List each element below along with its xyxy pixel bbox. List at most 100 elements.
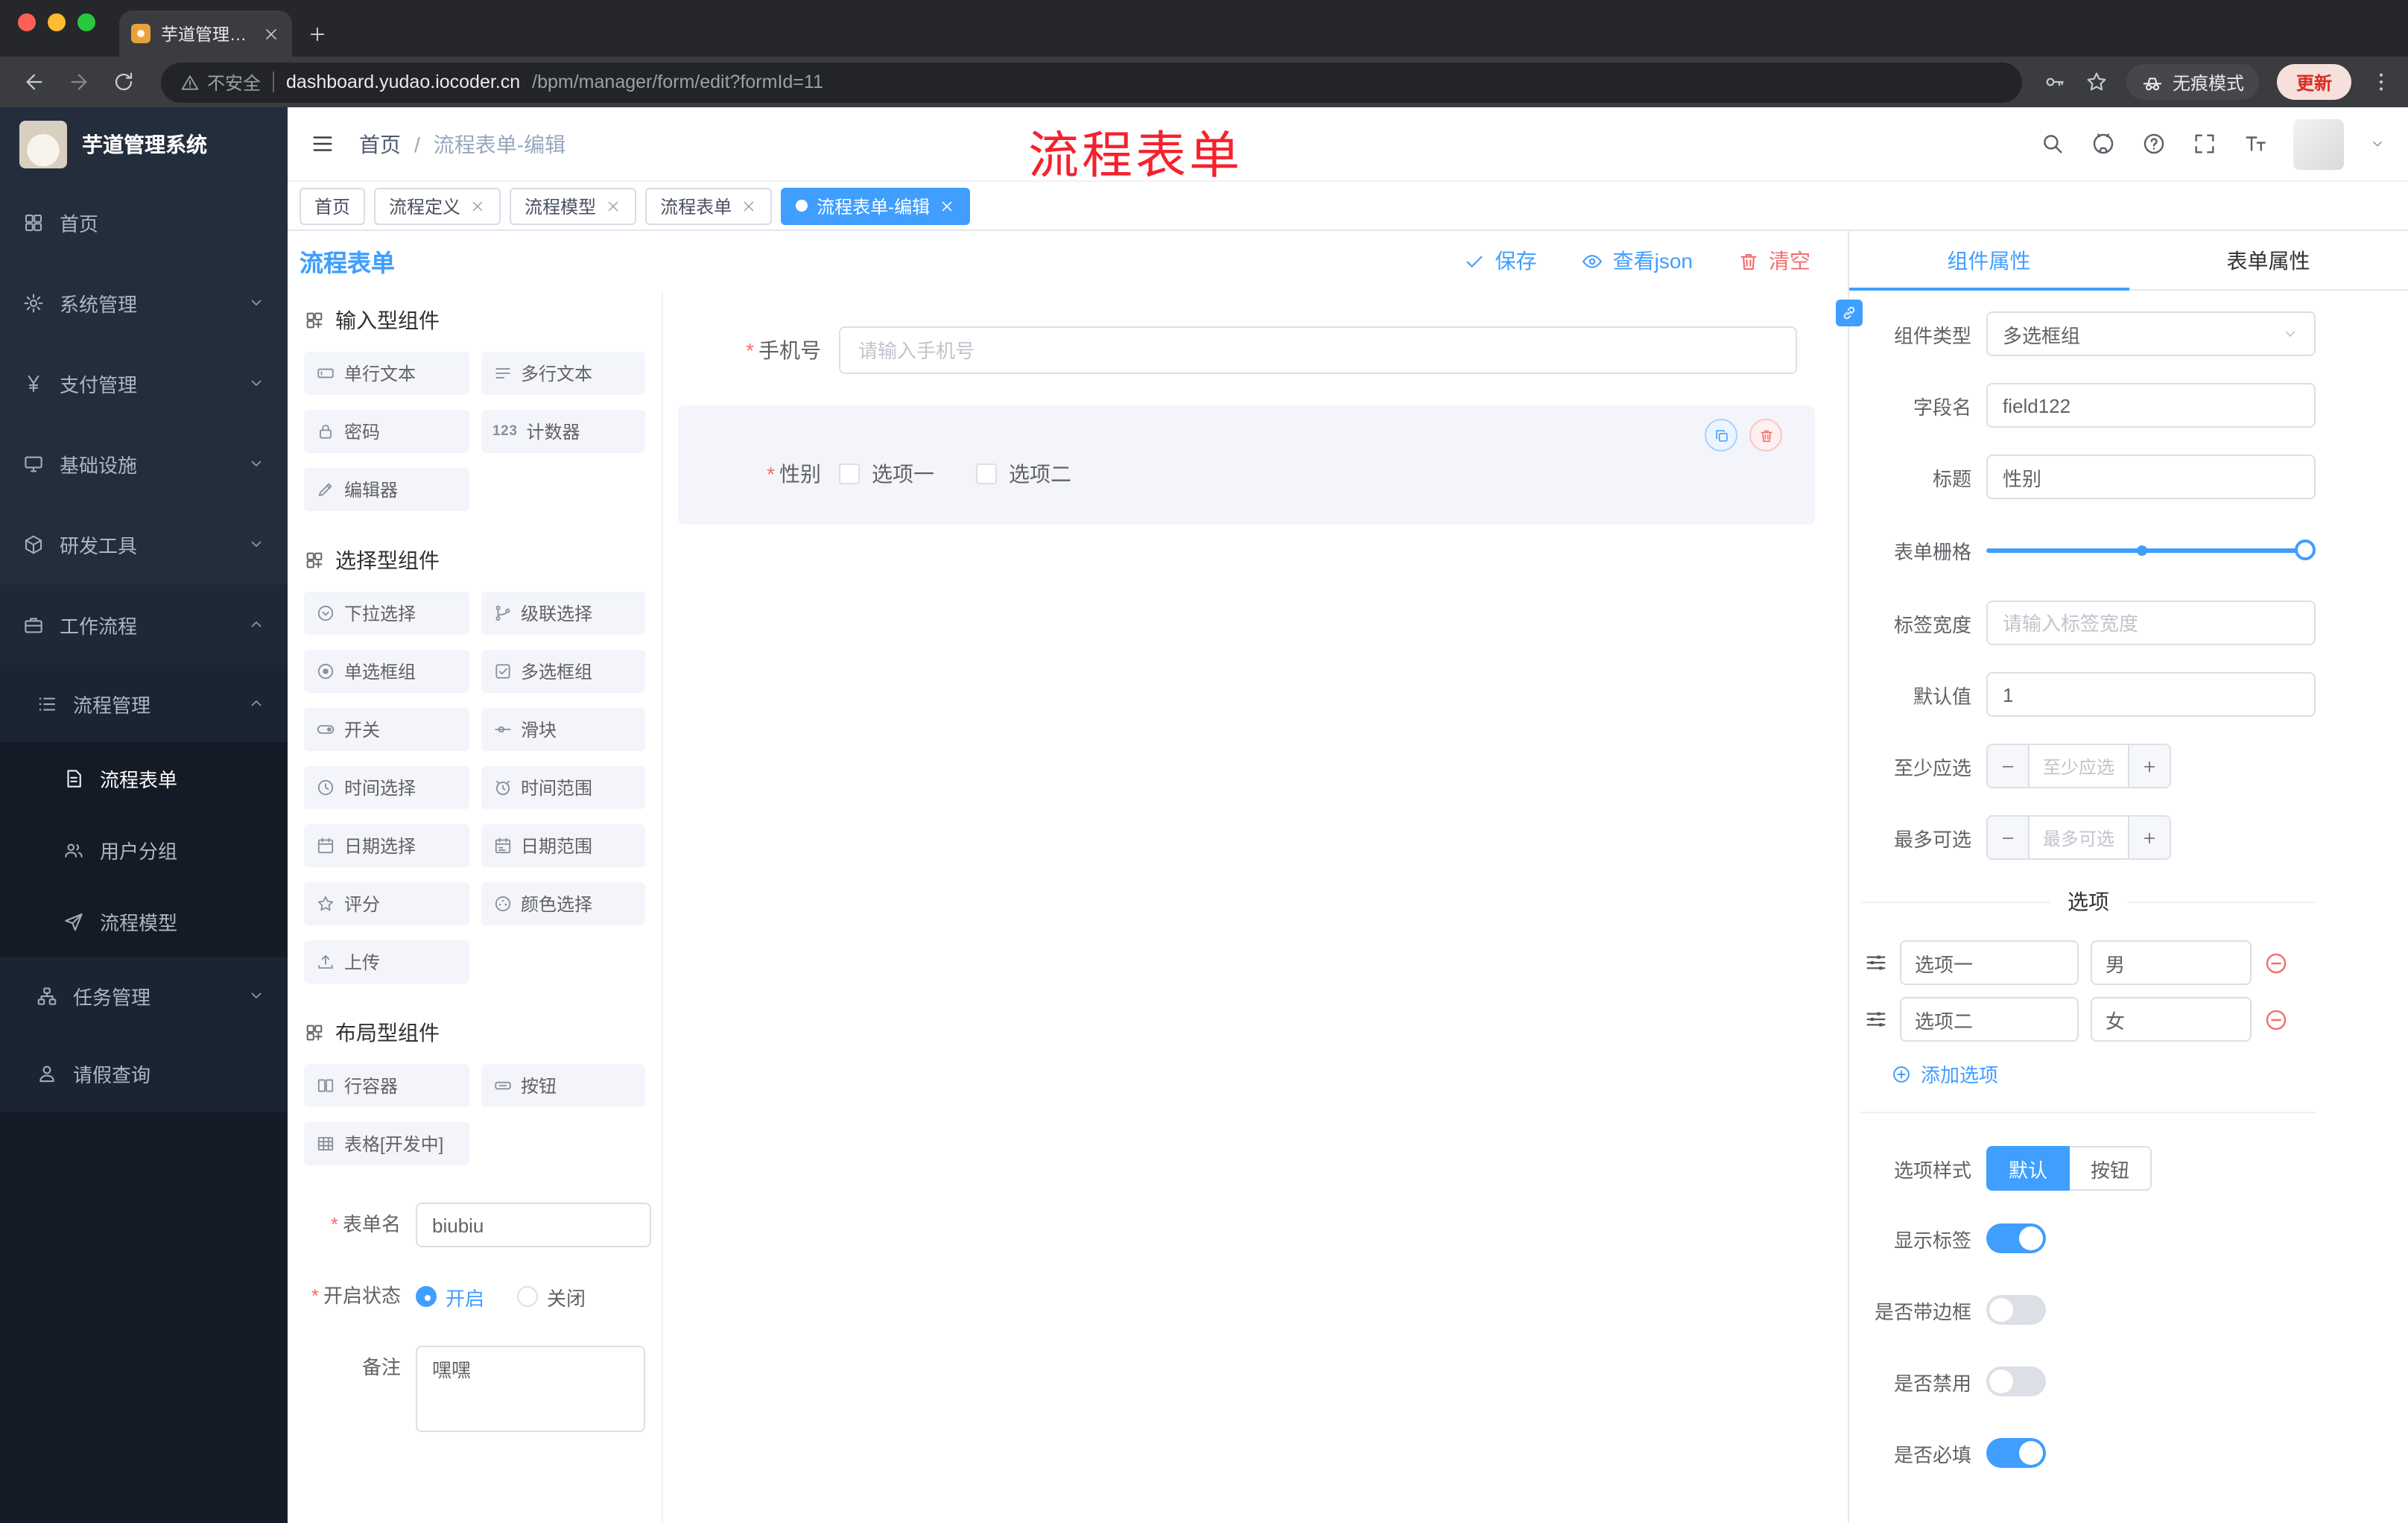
collapse-menu-icon[interactable]	[310, 131, 335, 156]
view-json-button[interactable]: 查看json	[1582, 246, 1693, 276]
min-select-value[interactable]: 至少应选	[2030, 745, 2128, 787]
chip-time-picker[interactable]: 时间选择	[304, 766, 469, 809]
back-button[interactable]	[15, 63, 54, 101]
chip-date-picker[interactable]: 日期选择	[304, 824, 469, 867]
help-icon[interactable]	[2141, 131, 2167, 156]
copy-field-button[interactable]	[1705, 419, 1737, 452]
grid-slider[interactable]	[1986, 526, 2316, 574]
close-icon[interactable]	[605, 197, 621, 214]
fullscreen-icon[interactable]	[2192, 131, 2217, 156]
add-option-button[interactable]: 添加选项	[1891, 1060, 2316, 1088]
status-off-radio[interactable]: 关闭	[517, 1282, 586, 1311]
selected-gender-field[interactable]: 性别 选项一 选项二	[678, 405, 1815, 525]
border-toggle[interactable]	[1986, 1295, 2046, 1325]
github-icon[interactable]	[2091, 131, 2116, 156]
chip-color-picker[interactable]: 颜色选择	[481, 882, 645, 925]
security-indicator[interactable]: 不安全	[180, 69, 261, 95]
minimize-window-button[interactable]	[48, 13, 66, 31]
sidebar-item-process-model[interactable]: 流程模型	[0, 885, 288, 957]
stepper-minus-button[interactable]	[1988, 745, 2030, 787]
sidebar-item-devtools[interactable]: 研发工具	[0, 504, 288, 584]
remove-option-button[interactable]	[2263, 1007, 2289, 1032]
drag-handle-icon[interactable]	[1864, 1007, 1888, 1031]
form-canvas[interactable]: 手机号 性别	[663, 291, 1848, 1523]
sidebar-item-process-form[interactable]: 流程表单	[0, 742, 288, 814]
gender-option1-checkbox[interactable]: 选项一	[839, 459, 934, 489]
zoom-window-button[interactable]	[77, 13, 95, 31]
gender-option2-checkbox[interactable]: 选项二	[976, 459, 1071, 489]
font-size-icon[interactable]	[2243, 131, 2268, 156]
tag-home[interactable]: 首页	[300, 187, 366, 224]
close-icon[interactable]	[939, 197, 955, 214]
chip-password[interactable]: 密码	[304, 410, 469, 453]
chip-select[interactable]: 下拉选择	[304, 592, 469, 635]
chip-single-line-text[interactable]: 单行文本	[304, 352, 469, 395]
new-tab-button[interactable]	[307, 24, 328, 45]
chip-multi-line-text[interactable]: 多行文本	[481, 352, 645, 395]
chip-upload[interactable]: 上传	[304, 940, 469, 984]
phone-field-row[interactable]: 手机号	[678, 314, 1815, 386]
sidebar-item-task-mgmt[interactable]: 任务管理	[0, 957, 288, 1034]
browser-menu-icon[interactable]	[2369, 70, 2393, 94]
close-icon[interactable]	[469, 197, 486, 214]
browser-tab[interactable]: 芋道管理系统	[119, 10, 292, 57]
clear-button[interactable]: 清空	[1737, 246, 1810, 276]
chip-table[interactable]: 表格[开发中]	[304, 1122, 469, 1165]
tag-process-form[interactable]: 流程表单	[645, 187, 773, 224]
reload-button[interactable]	[104, 63, 143, 101]
required-toggle[interactable]	[1986, 1438, 2046, 1468]
remark-textarea[interactable]: 嘿嘿	[416, 1346, 645, 1432]
show-label-toggle[interactable]	[1986, 1223, 2046, 1253]
delete-field-button[interactable]	[1749, 419, 1782, 452]
save-button[interactable]: 保存	[1464, 246, 1537, 276]
bookmark-star-icon[interactable]	[2085, 70, 2108, 94]
tab-form-props[interactable]: 表单属性	[2129, 231, 2408, 289]
link-badge[interactable]	[1836, 300, 1863, 326]
chip-time-range[interactable]: 时间范围	[481, 766, 645, 809]
search-icon[interactable]	[2040, 131, 2065, 156]
breadcrumb-home[interactable]: 首页	[359, 129, 401, 159]
incognito-badge[interactable]: 无痕模式	[2126, 64, 2259, 100]
sidebar-item-workflow[interactable]: 工作流程	[0, 584, 288, 665]
chip-row-container[interactable]: 行容器	[304, 1064, 469, 1107]
slider-handle[interactable]	[2295, 539, 2316, 560]
stepper-plus-button[interactable]	[2128, 745, 2170, 787]
chip-editor[interactable]: 编辑器	[304, 468, 469, 511]
sidebar-item-process-mgmt[interactable]: 流程管理	[0, 665, 288, 742]
form-name-input[interactable]	[416, 1203, 651, 1247]
component-type-select[interactable]: 多选框组	[1986, 311, 2316, 356]
stepper-plus-button[interactable]	[2128, 817, 2170, 858]
label-width-input[interactable]	[1986, 601, 2316, 645]
option-value-input[interactable]	[2091, 940, 2252, 985]
user-menu-caret-icon[interactable]	[2369, 136, 2386, 152]
tab-close-icon[interactable]	[262, 25, 280, 42]
style-default-button[interactable]: 默认	[1986, 1146, 2070, 1191]
chip-date-range[interactable]: 日期范围	[481, 824, 645, 867]
chip-switch[interactable]: 开关	[304, 708, 469, 751]
disabled-toggle[interactable]	[1986, 1367, 2046, 1396]
sidebar-item-user-group[interactable]: 用户分组	[0, 814, 288, 885]
address-bar[interactable]: 不安全 dashboard.yudao.iocoder.cn/bpm/manag…	[161, 62, 2022, 102]
stepper-minus-button[interactable]	[1988, 817, 2030, 858]
title-input[interactable]	[1986, 455, 2316, 499]
chip-counter[interactable]: 123 计数器	[481, 410, 645, 453]
max-select-value[interactable]: 最多可选	[2030, 817, 2128, 858]
remove-option-button[interactable]	[2263, 950, 2289, 975]
default-value-input[interactable]	[1986, 672, 2316, 717]
tag-process-form-edit[interactable]: 流程表单-编辑	[781, 187, 971, 224]
option-value-input[interactable]	[2091, 997, 2252, 1042]
style-button-button[interactable]: 按钮	[2070, 1146, 2152, 1191]
update-button[interactable]: 更新	[2276, 64, 2351, 100]
sidebar-item-system[interactable]: 系统管理	[0, 262, 288, 343]
status-on-radio[interactable]: 开启	[416, 1282, 484, 1311]
sidebar-item-leave-query[interactable]: 请假查询	[0, 1034, 288, 1112]
field-name-input[interactable]	[1986, 383, 2316, 428]
option-label-input[interactable]	[1900, 997, 2079, 1042]
tag-process-definition[interactable]: 流程定义	[374, 187, 501, 224]
option-label-input[interactable]	[1900, 940, 2079, 985]
chip-cascader[interactable]: 级联选择	[481, 592, 645, 635]
user-avatar[interactable]	[2293, 118, 2344, 169]
chip-slider[interactable]: 滑块	[481, 708, 645, 751]
sidebar-item-infra[interactable]: 基础设施	[0, 423, 288, 504]
tab-component-props[interactable]: 组件属性	[1849, 231, 2129, 291]
